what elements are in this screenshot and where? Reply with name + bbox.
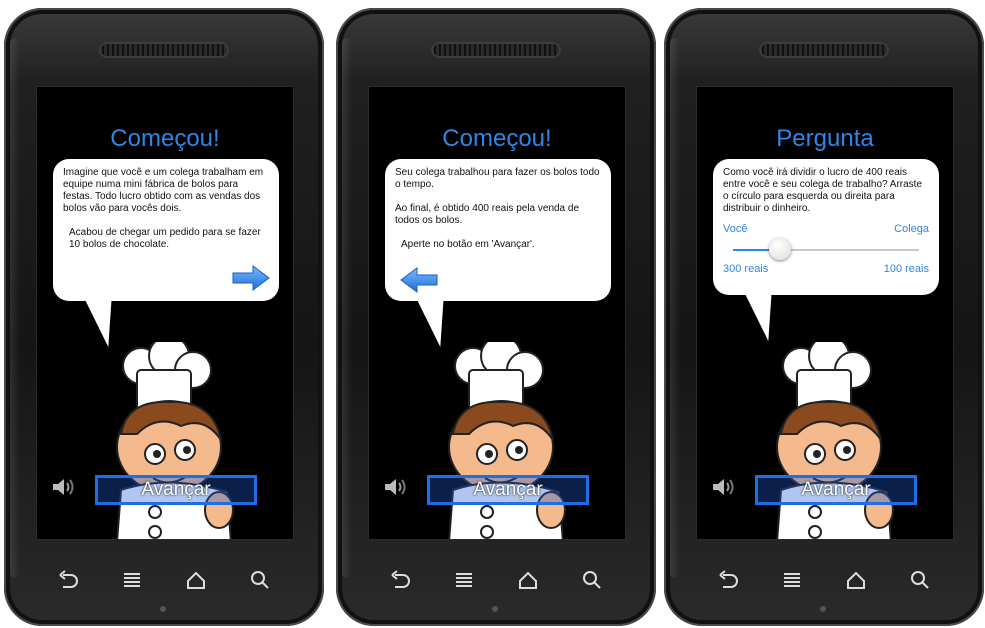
back-icon[interactable] (717, 569, 739, 591)
speaker-icon[interactable] (711, 477, 737, 497)
page-title: Pergunta (776, 125, 874, 152)
speaker-icon[interactable] (383, 477, 409, 497)
advance-button[interactable]: Avançar (755, 475, 917, 505)
speech-bubble: Seu colega trabalhou para fazer os bolos… (385, 159, 611, 347)
screen-3: Pergunta Como você irá dividir o lucro d… (696, 86, 954, 540)
slider-values: 300 reais 100 reais (723, 263, 929, 275)
earpiece (431, 42, 561, 58)
bubble-text: Ao final, é obtido 400 reais pela venda … (395, 203, 580, 226)
slider-labels: Você Colega (723, 223, 929, 235)
advance-button[interactable]: Avançar (95, 475, 257, 505)
question-text: Como você irá dividir o lucro de 400 rea… (723, 167, 923, 214)
bubble-tail (743, 291, 783, 341)
android-nav-bar (368, 560, 624, 600)
chef-mascot (448, 342, 566, 539)
home-icon[interactable] (517, 569, 539, 591)
search-icon[interactable] (249, 569, 271, 591)
advance-button[interactable]: Avançar (427, 475, 589, 505)
slider-right-label: Colega (894, 223, 929, 235)
speech-bubble: Como você irá dividir o lucro de 400 rea… (713, 159, 939, 341)
page-title: Começou! (442, 125, 552, 152)
back-icon[interactable] (389, 569, 411, 591)
chef-mascot (116, 342, 234, 539)
menu-icon[interactable] (121, 569, 143, 591)
bubble-text: Acabou de chegar um pedido para se fazer… (69, 227, 261, 250)
earpiece (99, 42, 229, 58)
bubble-tail (83, 297, 123, 347)
home-icon[interactable] (845, 569, 867, 591)
slider-right-value: 100 reais (883, 263, 929, 275)
slider-knob[interactable] (768, 238, 791, 260)
speaker-icon[interactable] (51, 477, 77, 497)
menu-icon[interactable] (781, 569, 803, 591)
speech-bubble: Imagine que você e um colega trabalham e… (53, 159, 279, 347)
menu-icon[interactable] (453, 569, 475, 591)
chef-mascot (776, 342, 894, 539)
bubble-tail (415, 297, 455, 347)
arrow-left-icon[interactable] (399, 267, 439, 293)
earpiece (759, 42, 889, 58)
search-icon[interactable] (909, 569, 931, 591)
home-icon[interactable] (185, 569, 207, 591)
headphone-jack (160, 606, 166, 612)
headphone-jack (820, 606, 826, 612)
bubble-text: Imagine que você e um colega trabalham e… (63, 167, 264, 214)
android-nav-bar (36, 560, 292, 600)
phone-frame-3: Pergunta Como você irá dividir o lucro d… (664, 8, 984, 626)
headphone-jack (492, 606, 498, 612)
slider-left-value: 300 reais (723, 263, 769, 275)
screen-1: Começou! Imagine que você e um colega tr… (36, 86, 294, 540)
android-nav-bar (696, 560, 952, 600)
profit-slider[interactable] (733, 238, 919, 260)
phone-frame-1: Começou! Imagine que você e um colega tr… (4, 8, 324, 626)
phone-frame-2: Começou! Seu colega trabalhou para fazer… (336, 8, 656, 626)
bubble-text: Aperte no botão em 'Avançar'. (401, 239, 535, 250)
page-title: Começou! (110, 125, 220, 152)
arrow-right-icon[interactable] (231, 265, 271, 291)
slider-left-label: Você (723, 223, 748, 235)
bubble-text: Seu colega trabalhou para fazer os bolos… (395, 167, 600, 190)
back-icon[interactable] (57, 569, 79, 591)
search-icon[interactable] (581, 569, 603, 591)
screen-2: Começou! Seu colega trabalhou para fazer… (368, 86, 626, 540)
